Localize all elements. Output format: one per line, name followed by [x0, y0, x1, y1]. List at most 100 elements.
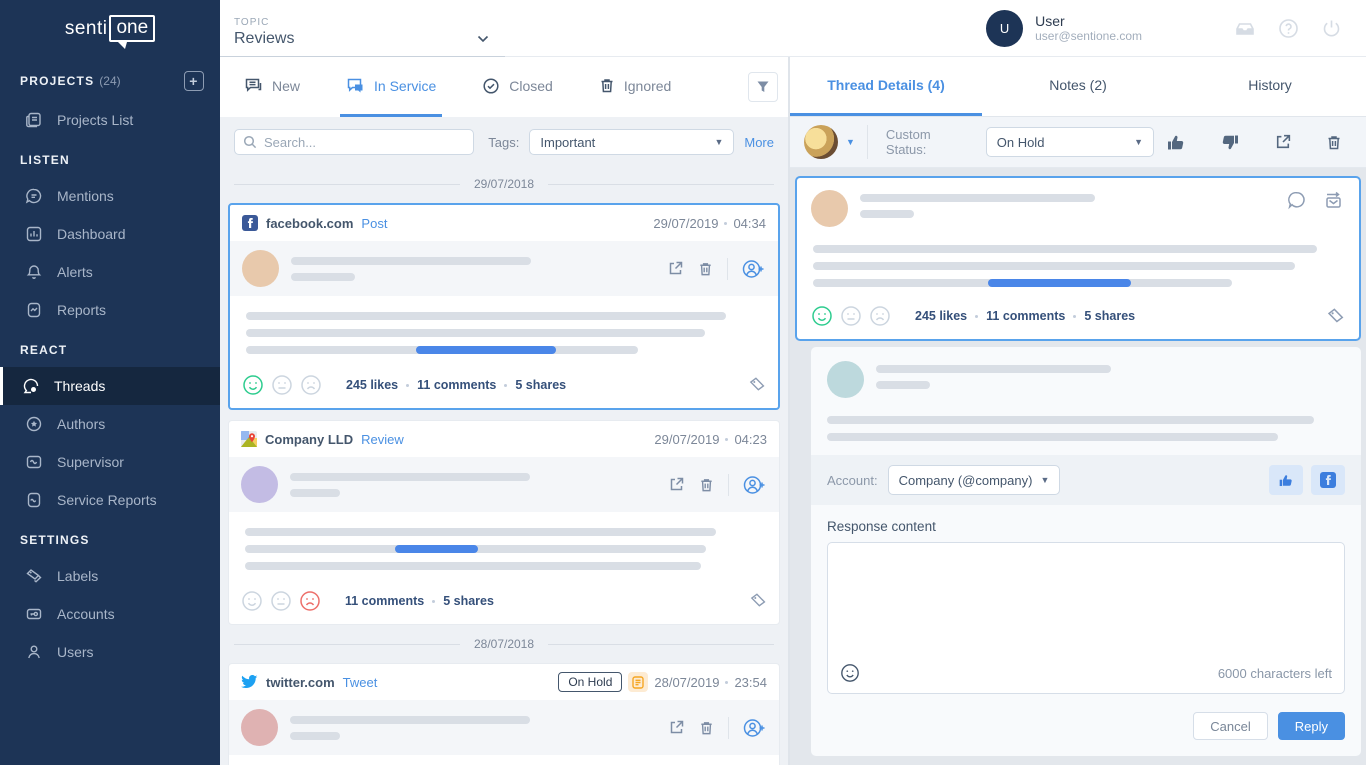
logo-text-one: one [109, 15, 155, 42]
topic-selector[interactable]: TOPIC Reviews [220, 0, 505, 57]
sentiment-neutral-icon[interactable] [840, 305, 862, 327]
thread-list-column: New In Service Closed [220, 57, 790, 765]
sidebar-item-alerts[interactable]: Alerts [0, 253, 220, 291]
tag-icon[interactable] [1326, 307, 1345, 326]
custom-status-label: Custom Status: [886, 127, 974, 157]
emoji-icon[interactable] [840, 663, 860, 683]
likes-stat[interactable]: 245 likes [915, 309, 967, 323]
characters-left-counter: 6000 characters left [1218, 666, 1332, 681]
response-textarea[interactable] [828, 543, 1344, 657]
sentiment-negative-icon[interactable] [299, 590, 321, 612]
tab-in-service[interactable]: In Service [340, 57, 442, 117]
assign-user-icon[interactable] [743, 718, 767, 738]
tab-new[interactable]: New [238, 57, 306, 117]
tab-ignored[interactable]: Ignored [593, 57, 677, 117]
comments-stat[interactable]: 11 comments [417, 378, 496, 392]
date-separator-label: 29/07/2018 [474, 177, 534, 191]
assign-user-icon[interactable] [743, 475, 767, 495]
sidebar-item-accounts[interactable]: Accounts [0, 595, 220, 633]
thread-card-company[interactable]: Company LLD Review 29/07/2019 04:23 [228, 420, 780, 625]
sentiment-positive-icon[interactable] [242, 374, 264, 396]
sidebar-item-label: Alerts [57, 264, 93, 280]
sidebar-item-dashboard[interactable]: Dashboard [0, 215, 220, 253]
assignee-avatar[interactable] [804, 125, 838, 159]
power-icon[interactable] [1321, 18, 1342, 39]
thread-kind-link[interactable]: Review [361, 432, 404, 447]
shares-stat[interactable]: 5 shares [443, 594, 494, 608]
comment-icon[interactable] [1287, 190, 1307, 227]
thumbs-down-icon[interactable] [1220, 133, 1240, 152]
trash-icon[interactable] [698, 261, 713, 277]
trash-icon[interactable] [699, 477, 714, 493]
sidebar: senti one PROJECTS (24) + Projects List … [0, 0, 220, 765]
external-link-icon[interactable] [668, 719, 685, 736]
shares-stat[interactable]: 5 shares [515, 378, 566, 392]
like-action-button[interactable] [1269, 465, 1303, 495]
sentiment-negative-icon[interactable] [300, 374, 322, 396]
settings-label: SETTINGS [20, 533, 90, 547]
thread-kind-link[interactable]: Post [361, 216, 387, 231]
reply-button[interactable]: Reply [1278, 712, 1345, 740]
comments-stat[interactable]: 11 comments [345, 594, 424, 608]
sentiment-positive-icon[interactable] [811, 305, 833, 327]
likes-stat[interactable]: 245 likes [346, 378, 398, 392]
thumbs-up-icon[interactable] [1166, 133, 1186, 152]
forward-email-icon[interactable] [1323, 190, 1345, 227]
tags-select[interactable]: Important ▼ [529, 129, 734, 155]
help-icon[interactable] [1278, 18, 1299, 39]
tab-thread-details[interactable]: Thread Details (4) [790, 57, 982, 116]
thread-card-facebook[interactable]: facebook.com Post 29/07/2019 04:34 [228, 203, 780, 410]
sentiment-negative-icon[interactable] [869, 305, 891, 327]
trash-icon[interactable] [1326, 134, 1342, 151]
selected-thread-card[interactable]: 245 likes 11 comments 5 shares [795, 176, 1361, 341]
more-filters-link[interactable]: More [744, 135, 774, 150]
thread-card-twitter[interactable]: twitter.com Tweet On Hold 28/07/2019 23:… [228, 663, 780, 765]
cancel-button[interactable]: Cancel [1193, 712, 1267, 740]
trash-icon[interactable] [699, 720, 714, 736]
account-select[interactable]: Company (@company) ▼ [888, 465, 1061, 495]
response-content-label: Response content [827, 519, 1345, 534]
sentiment-neutral-icon[interactable] [271, 374, 293, 396]
search-input[interactable] [264, 135, 465, 150]
listen-header: LISTEN [0, 139, 220, 177]
shares-stat[interactable]: 5 shares [1084, 309, 1135, 323]
thread-datetime: 29/07/2019 04:23 [654, 432, 767, 447]
sentiment-neutral-icon[interactable] [270, 590, 292, 612]
response-textarea-wrap: 6000 characters left [827, 542, 1345, 694]
assign-user-icon[interactable] [742, 259, 766, 279]
sentiment-positive-icon[interactable] [241, 590, 263, 612]
add-project-button[interactable]: + [184, 71, 204, 91]
sidebar-item-labels[interactable]: Labels [0, 557, 220, 595]
user-avatar[interactable]: U [986, 10, 1023, 47]
sidebar-item-projects-list[interactable]: Projects List [0, 101, 220, 139]
tag-icon[interactable] [748, 376, 766, 394]
sidebar-item-reports[interactable]: Reports [0, 291, 220, 329]
sidebar-item-authors[interactable]: Authors [0, 405, 220, 443]
projects-header: PROJECTS (24) + [0, 57, 220, 101]
user-icon [25, 643, 43, 661]
comments-stat[interactable]: 11 comments [986, 309, 1065, 323]
sidebar-item-threads[interactable]: Threads [0, 367, 220, 405]
sidebar-item-supervisor[interactable]: Supervisor [0, 443, 220, 481]
sidebar-item-service-reports[interactable]: Service Reports [0, 481, 220, 519]
custom-status-select[interactable]: On Hold ▼ [986, 127, 1154, 157]
chevron-down-icon[interactable]: ▼ [846, 137, 855, 147]
facebook-action-button[interactable] [1311, 465, 1345, 495]
user-name: User [1035, 13, 1142, 29]
inbox-icon[interactable] [1234, 18, 1256, 38]
thread-kind-link[interactable]: Tweet [343, 675, 378, 690]
filter-button[interactable] [748, 72, 778, 102]
tab-history[interactable]: History [1174, 57, 1366, 116]
sidebar-item-mentions[interactable]: Mentions [0, 177, 220, 215]
external-link-icon[interactable] [667, 260, 684, 277]
tab-notes[interactable]: Notes (2) [982, 57, 1174, 116]
sidebar-item-users[interactable]: Users [0, 633, 220, 671]
search-icon [243, 135, 257, 149]
tag-icon[interactable] [749, 592, 767, 610]
external-link-icon[interactable] [668, 476, 685, 493]
note-icon[interactable] [628, 672, 648, 692]
tab-closed[interactable]: Closed [476, 57, 559, 117]
details-scroll-area: 245 likes 11 comments 5 shares [790, 168, 1366, 765]
search-filter-row: Tags: Important ▼ More [220, 117, 788, 165]
external-link-icon[interactable] [1274, 133, 1292, 151]
